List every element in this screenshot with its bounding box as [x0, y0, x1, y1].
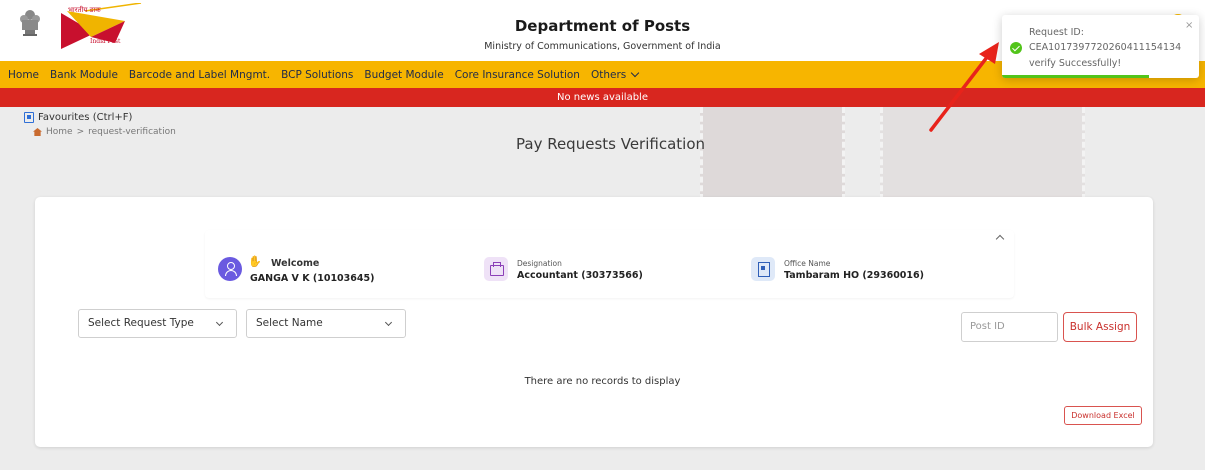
logo-hindi-text: भारतीय डाक — [68, 6, 101, 14]
welcome-name: GANGA V K (10103645) — [250, 273, 375, 284]
designation-label: Designation — [517, 259, 562, 268]
toast-message: verify Successfully! — [1029, 58, 1122, 69]
request-type-select[interactable]: Select Request Type — [78, 309, 237, 338]
nav-item-others-label: Others — [590, 68, 627, 81]
nav-item-core-insurance[interactable]: Core Insurance Solution — [455, 69, 580, 81]
nav-item-others[interactable]: Others — [590, 68, 640, 81]
briefcase-icon — [484, 257, 508, 281]
chevron-down-icon — [215, 318, 224, 327]
bookmark-icon — [24, 112, 34, 123]
toast-request-id: CEA1017397720260411154134 — [1029, 42, 1182, 53]
favourites-label: Favourites (Ctrl+F) — [38, 112, 133, 123]
nav-item-home[interactable]: Home — [8, 69, 39, 81]
designation-value: Accountant (30373566) — [517, 270, 643, 281]
breadcrumb: Home > request-verification — [33, 127, 180, 137]
chevron-down-icon — [631, 68, 640, 77]
success-toast: Request ID: CEA1017397720260411154134 ve… — [1002, 15, 1199, 78]
building-icon — [751, 257, 775, 281]
download-excel-button[interactable]: Download Excel — [1064, 406, 1142, 425]
check-circle-icon — [1010, 42, 1022, 54]
news-ticker: No news available — [0, 88, 1205, 107]
office-label: Office Name — [784, 259, 831, 268]
favourites-link[interactable]: Favourites (Ctrl+F) — [24, 112, 132, 123]
home-icon — [33, 128, 42, 136]
nav-item-budget[interactable]: Budget Module — [364, 69, 443, 81]
page-title: Pay Requests Verification — [516, 135, 706, 153]
wave-hand-icon: ✋ — [248, 255, 262, 268]
request-type-select-value: Select Request Type — [88, 317, 194, 329]
office-value: Tambaram HO (29360016) — [784, 270, 924, 281]
user-icon — [218, 257, 242, 281]
breadcrumb-home[interactable]: Home — [46, 127, 73, 137]
name-select[interactable]: Select Name — [246, 309, 406, 338]
breadcrumb-current: request-verification — [88, 127, 176, 137]
bulk-assign-button[interactable]: Bulk Assign — [1063, 312, 1137, 342]
chevron-down-icon — [384, 318, 393, 327]
toast-progress-bar — [1002, 75, 1149, 78]
nav-item-bcp[interactable]: BCP Solutions — [281, 69, 353, 81]
breadcrumb-separator: > — [76, 127, 85, 137]
decorative-stamp — [700, 107, 845, 200]
annotation-arrow-icon — [929, 42, 999, 132]
empty-table-message: There are no records to display — [524, 376, 681, 387]
toast-title: Request ID: — [1029, 27, 1084, 38]
user-info-panel — [205, 230, 1014, 298]
welcome-label: Welcome — [271, 258, 320, 269]
name-select-value: Select Name — [256, 317, 323, 329]
nav-item-bank-module[interactable]: Bank Module — [50, 69, 118, 81]
nav-item-barcode[interactable]: Barcode and Label Mngmt. — [129, 69, 270, 81]
post-id-input[interactable]: Post ID — [961, 312, 1058, 342]
close-icon[interactable]: × — [1185, 20, 1193, 31]
